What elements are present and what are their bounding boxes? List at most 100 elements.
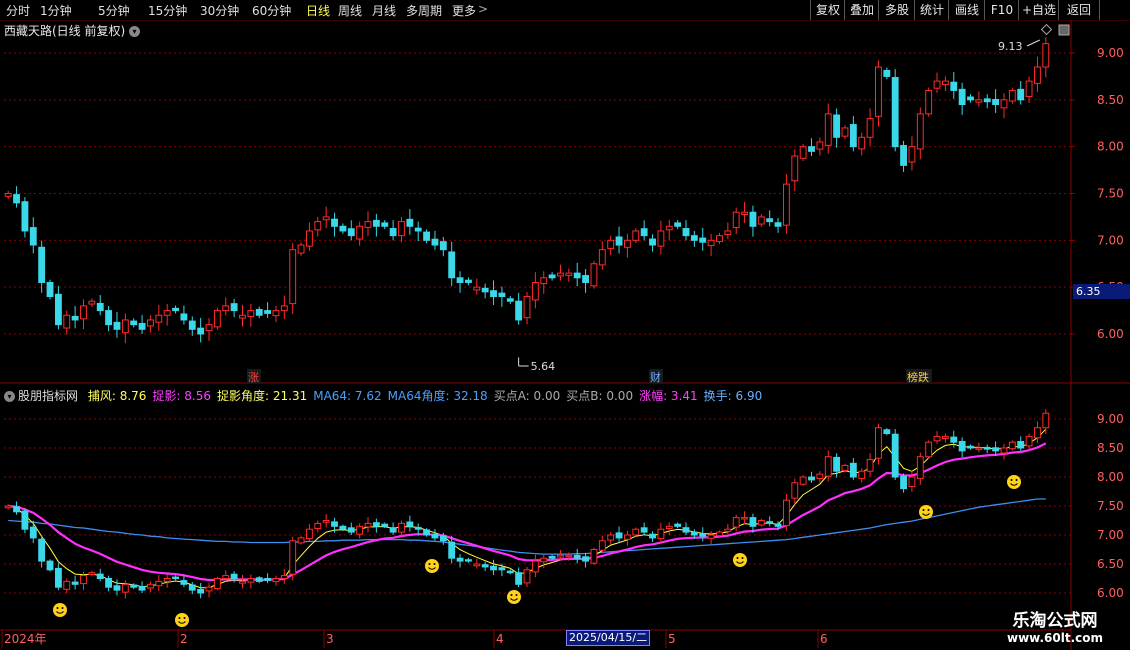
indicator-candle <box>649 533 656 539</box>
draw-line-button[interactable]: 画线 <box>948 0 985 20</box>
indicator-candle <box>490 565 497 571</box>
indicator-candle <box>598 540 606 551</box>
main-candle <box>414 227 422 232</box>
main-candle <box>716 235 723 242</box>
indicator-candle <box>239 580 246 584</box>
main-candle <box>548 274 556 279</box>
multi-stock-button[interactable]: 多股 <box>878 0 915 20</box>
cursor-date-label: 2025/04/15/二 <box>566 630 651 646</box>
indicator-candle <box>557 554 564 558</box>
main-candle <box>782 183 790 226</box>
indicator-candle <box>958 441 966 452</box>
period-tab-分时[interactable]: 分时 <box>6 2 30 19</box>
main-candle <box>816 141 824 150</box>
indicator-candle <box>155 580 163 587</box>
indicator-candle <box>105 578 113 588</box>
main-candle <box>925 89 933 115</box>
period-tab-multi[interactable]: 多周期 <box>406 2 442 19</box>
main-candle <box>824 113 832 146</box>
main-candle <box>80 305 87 320</box>
period-tab-60min[interactable]: 60分钟 <box>252 2 291 19</box>
main-candle <box>255 308 263 316</box>
indicator-candle <box>389 527 397 533</box>
main-candle <box>372 219 380 227</box>
main-candle <box>247 310 255 317</box>
main-candle <box>523 296 531 319</box>
indicator-candle <box>916 456 924 479</box>
period-tab-1min[interactable]: 1分钟 <box>40 2 72 19</box>
period-tab-30min[interactable]: 30分钟 <box>200 2 239 19</box>
indicator-candle <box>113 585 121 591</box>
indicator-candle <box>716 531 723 537</box>
indicator-candle <box>439 535 447 542</box>
x-axis-label: 4 <box>496 632 504 646</box>
main-candle <box>188 320 196 330</box>
kline-chart[interactable]: 9.13 5.64 涨 财 榜跌 9.00 8.50 8.00 7.50 7.00 6.50 6.0… <box>0 20 1130 650</box>
add-favorite-button[interactable]: +自选 <box>1018 0 1059 20</box>
indicator-candle <box>883 429 891 434</box>
main-candle <box>757 216 765 225</box>
indicator-candle <box>1042 412 1050 429</box>
main-candle <box>464 279 472 283</box>
indicator-candle <box>464 559 472 562</box>
main-candle <box>607 239 615 250</box>
period-tab-weekly[interactable]: 周线 <box>338 2 362 19</box>
main-candle <box>615 236 623 246</box>
main-candle <box>657 230 665 247</box>
indicator-candle <box>841 464 849 472</box>
indicator-candle <box>782 499 790 527</box>
indicator-candle <box>816 473 824 480</box>
main-candle <box>155 314 163 323</box>
main-candle <box>46 281 54 298</box>
indicator-candle <box>674 523 682 527</box>
indicator-candle <box>331 521 338 527</box>
indicator-candle <box>858 470 866 479</box>
period-tab-monthly[interactable]: 月线 <box>372 2 396 19</box>
indicator-candle <box>732 517 740 528</box>
indicator-candle <box>147 583 154 589</box>
indicator-candle <box>121 583 129 593</box>
indicator-candle <box>975 447 983 450</box>
indicator-candle <box>272 578 280 583</box>
main-candles <box>4 37 1050 343</box>
smiley-eye <box>1010 479 1013 481</box>
period-tab-15min[interactable]: 15分钟 <box>148 2 187 19</box>
indicator-candle <box>314 522 322 530</box>
main-candle <box>573 272 581 279</box>
main-candle <box>557 272 564 277</box>
overlay-button[interactable]: 叠加 <box>844 0 879 20</box>
main-candle <box>71 315 79 321</box>
indicator-y-tick-label: 6.50 <box>1097 557 1124 571</box>
main-candle <box>808 146 815 152</box>
indicator-candle <box>88 572 96 575</box>
statistics-button[interactable]: 统计 <box>914 0 949 20</box>
main-candle <box>29 227 37 246</box>
main-y-tick-label: 6.00 <box>1097 327 1124 341</box>
main-candle <box>749 211 757 227</box>
low-price-label: 5.64 <box>531 360 556 373</box>
indicator-candle <box>205 586 213 592</box>
indicator-candle <box>632 528 640 536</box>
indicator-candle <box>925 441 933 458</box>
main-candle <box>230 303 238 312</box>
period-tab-more[interactable]: 更多 <box>452 2 476 19</box>
main-candle <box>130 320 138 326</box>
main-candle <box>280 305 288 312</box>
fuquan-button[interactable]: 复权 <box>810 0 845 20</box>
main-candle <box>448 251 456 279</box>
indicator-y-tick-label: 8.50 <box>1097 441 1124 455</box>
indicator-candle <box>833 456 841 472</box>
more-chevron-icon[interactable]: > <box>478 2 488 16</box>
main-candle <box>531 281 539 301</box>
x-axis-label: 5 <box>668 632 676 646</box>
period-tab-5min[interactable]: 5分钟 <box>98 2 130 19</box>
event-marker: 财 <box>650 370 661 384</box>
indicator-candle <box>992 447 1000 452</box>
f10-button[interactable]: F10 <box>984 0 1019 20</box>
main-candle <box>180 313 188 321</box>
period-tab-daily[interactable]: 日线 <box>306 2 330 19</box>
smiley-eye <box>736 557 739 559</box>
main-candle <box>908 146 916 163</box>
back-button[interactable]: 返回 <box>1058 0 1100 20</box>
indicator-candle <box>506 570 514 574</box>
